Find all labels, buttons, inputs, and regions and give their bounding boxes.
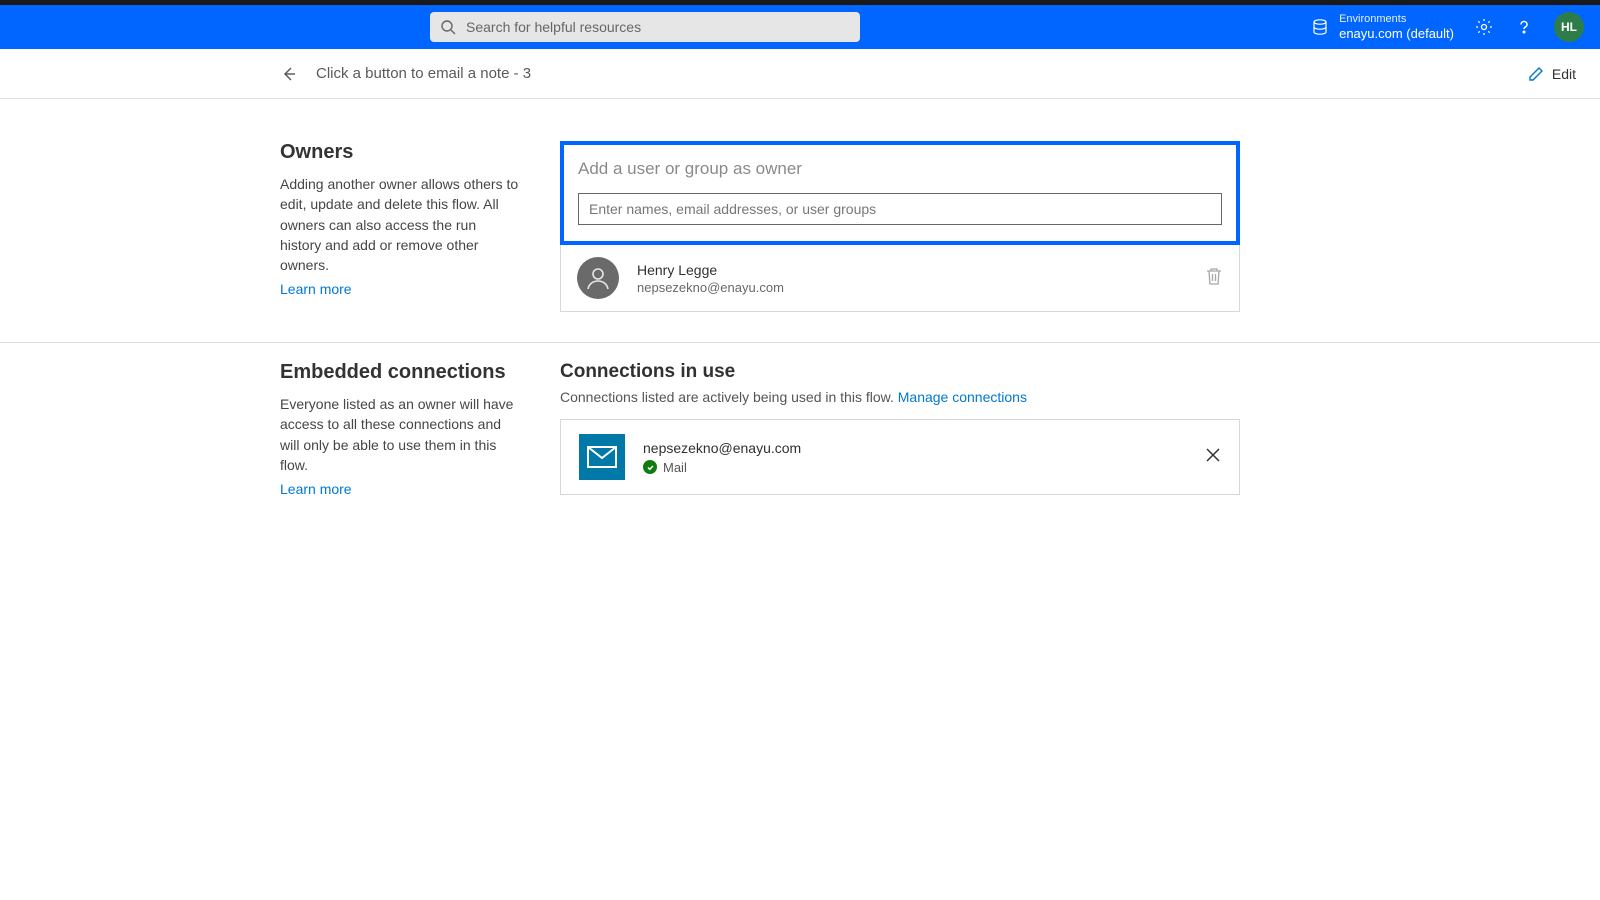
connections-left-heading: Embedded connections [280,361,520,384]
status-ok-icon [643,460,657,474]
owner-name: Henry Legge [637,262,784,278]
page-title: Click a button to email a note - 3 [316,65,531,82]
user-avatar[interactable]: HL [1554,12,1584,42]
search-icon [440,19,456,35]
connections-left-description: Everyone listed as an owner will have ac… [280,394,520,475]
connections-learn-more-link[interactable]: Learn more [280,481,352,497]
env-name: enayu.com (default) [1339,26,1454,42]
settings-button[interactable] [1474,17,1494,37]
help-icon [1515,18,1533,36]
app-header: Search for helpful resources Environment… [0,5,1600,49]
back-button[interactable] [280,65,298,83]
remove-owner-button[interactable] [1205,266,1223,291]
add-owner-input[interactable] [578,193,1222,225]
connection-row: nepsezekno@enayu.com Mail [560,419,1240,495]
environment-picker[interactable]: Environments enayu.com (default) [1311,13,1454,42]
add-owner-title: Add a user or group as owner [578,159,1222,179]
close-icon [1205,447,1221,463]
help-button[interactable] [1514,17,1534,37]
global-search[interactable]: Search for helpful resources [430,12,860,42]
connection-status: Mail [643,460,801,475]
edit-button[interactable]: Edit [1528,66,1576,82]
add-owner-panel: Add a user or group as owner [560,141,1240,245]
owners-description: Adding another owner allows others to ed… [280,174,520,275]
arrow-left-icon [280,65,298,83]
pencil-icon [1528,66,1544,82]
database-icon [1311,18,1329,36]
owners-learn-more-link[interactable]: Learn more [280,281,352,297]
connections-section: Embedded connections Everyone listed as … [0,343,1600,529]
remove-connection-button[interactable] [1205,447,1221,468]
connection-service-icon [579,434,625,480]
manage-connections-link[interactable]: Manage connections [898,389,1027,405]
gear-icon [1475,18,1493,36]
env-label: Environments [1339,13,1454,26]
owner-row: Henry Legge nepsezekno@enayu.com [560,245,1240,312]
connections-subtitle: Connections listed are actively being us… [560,389,1240,405]
connection-email: nepsezekno@enayu.com [643,440,801,456]
owners-section: Owners Adding another owner allows other… [0,123,1600,343]
connections-heading: Connections in use [560,361,1240,383]
person-icon [585,265,611,291]
owners-heading: Owners [280,141,520,164]
page-subheader: Click a button to email a note - 3 Edit [0,49,1600,99]
trash-icon [1205,266,1223,286]
mail-icon [587,446,617,468]
owner-avatar [577,257,619,299]
search-placeholder: Search for helpful resources [466,19,641,35]
owner-email: nepsezekno@enayu.com [637,280,784,295]
